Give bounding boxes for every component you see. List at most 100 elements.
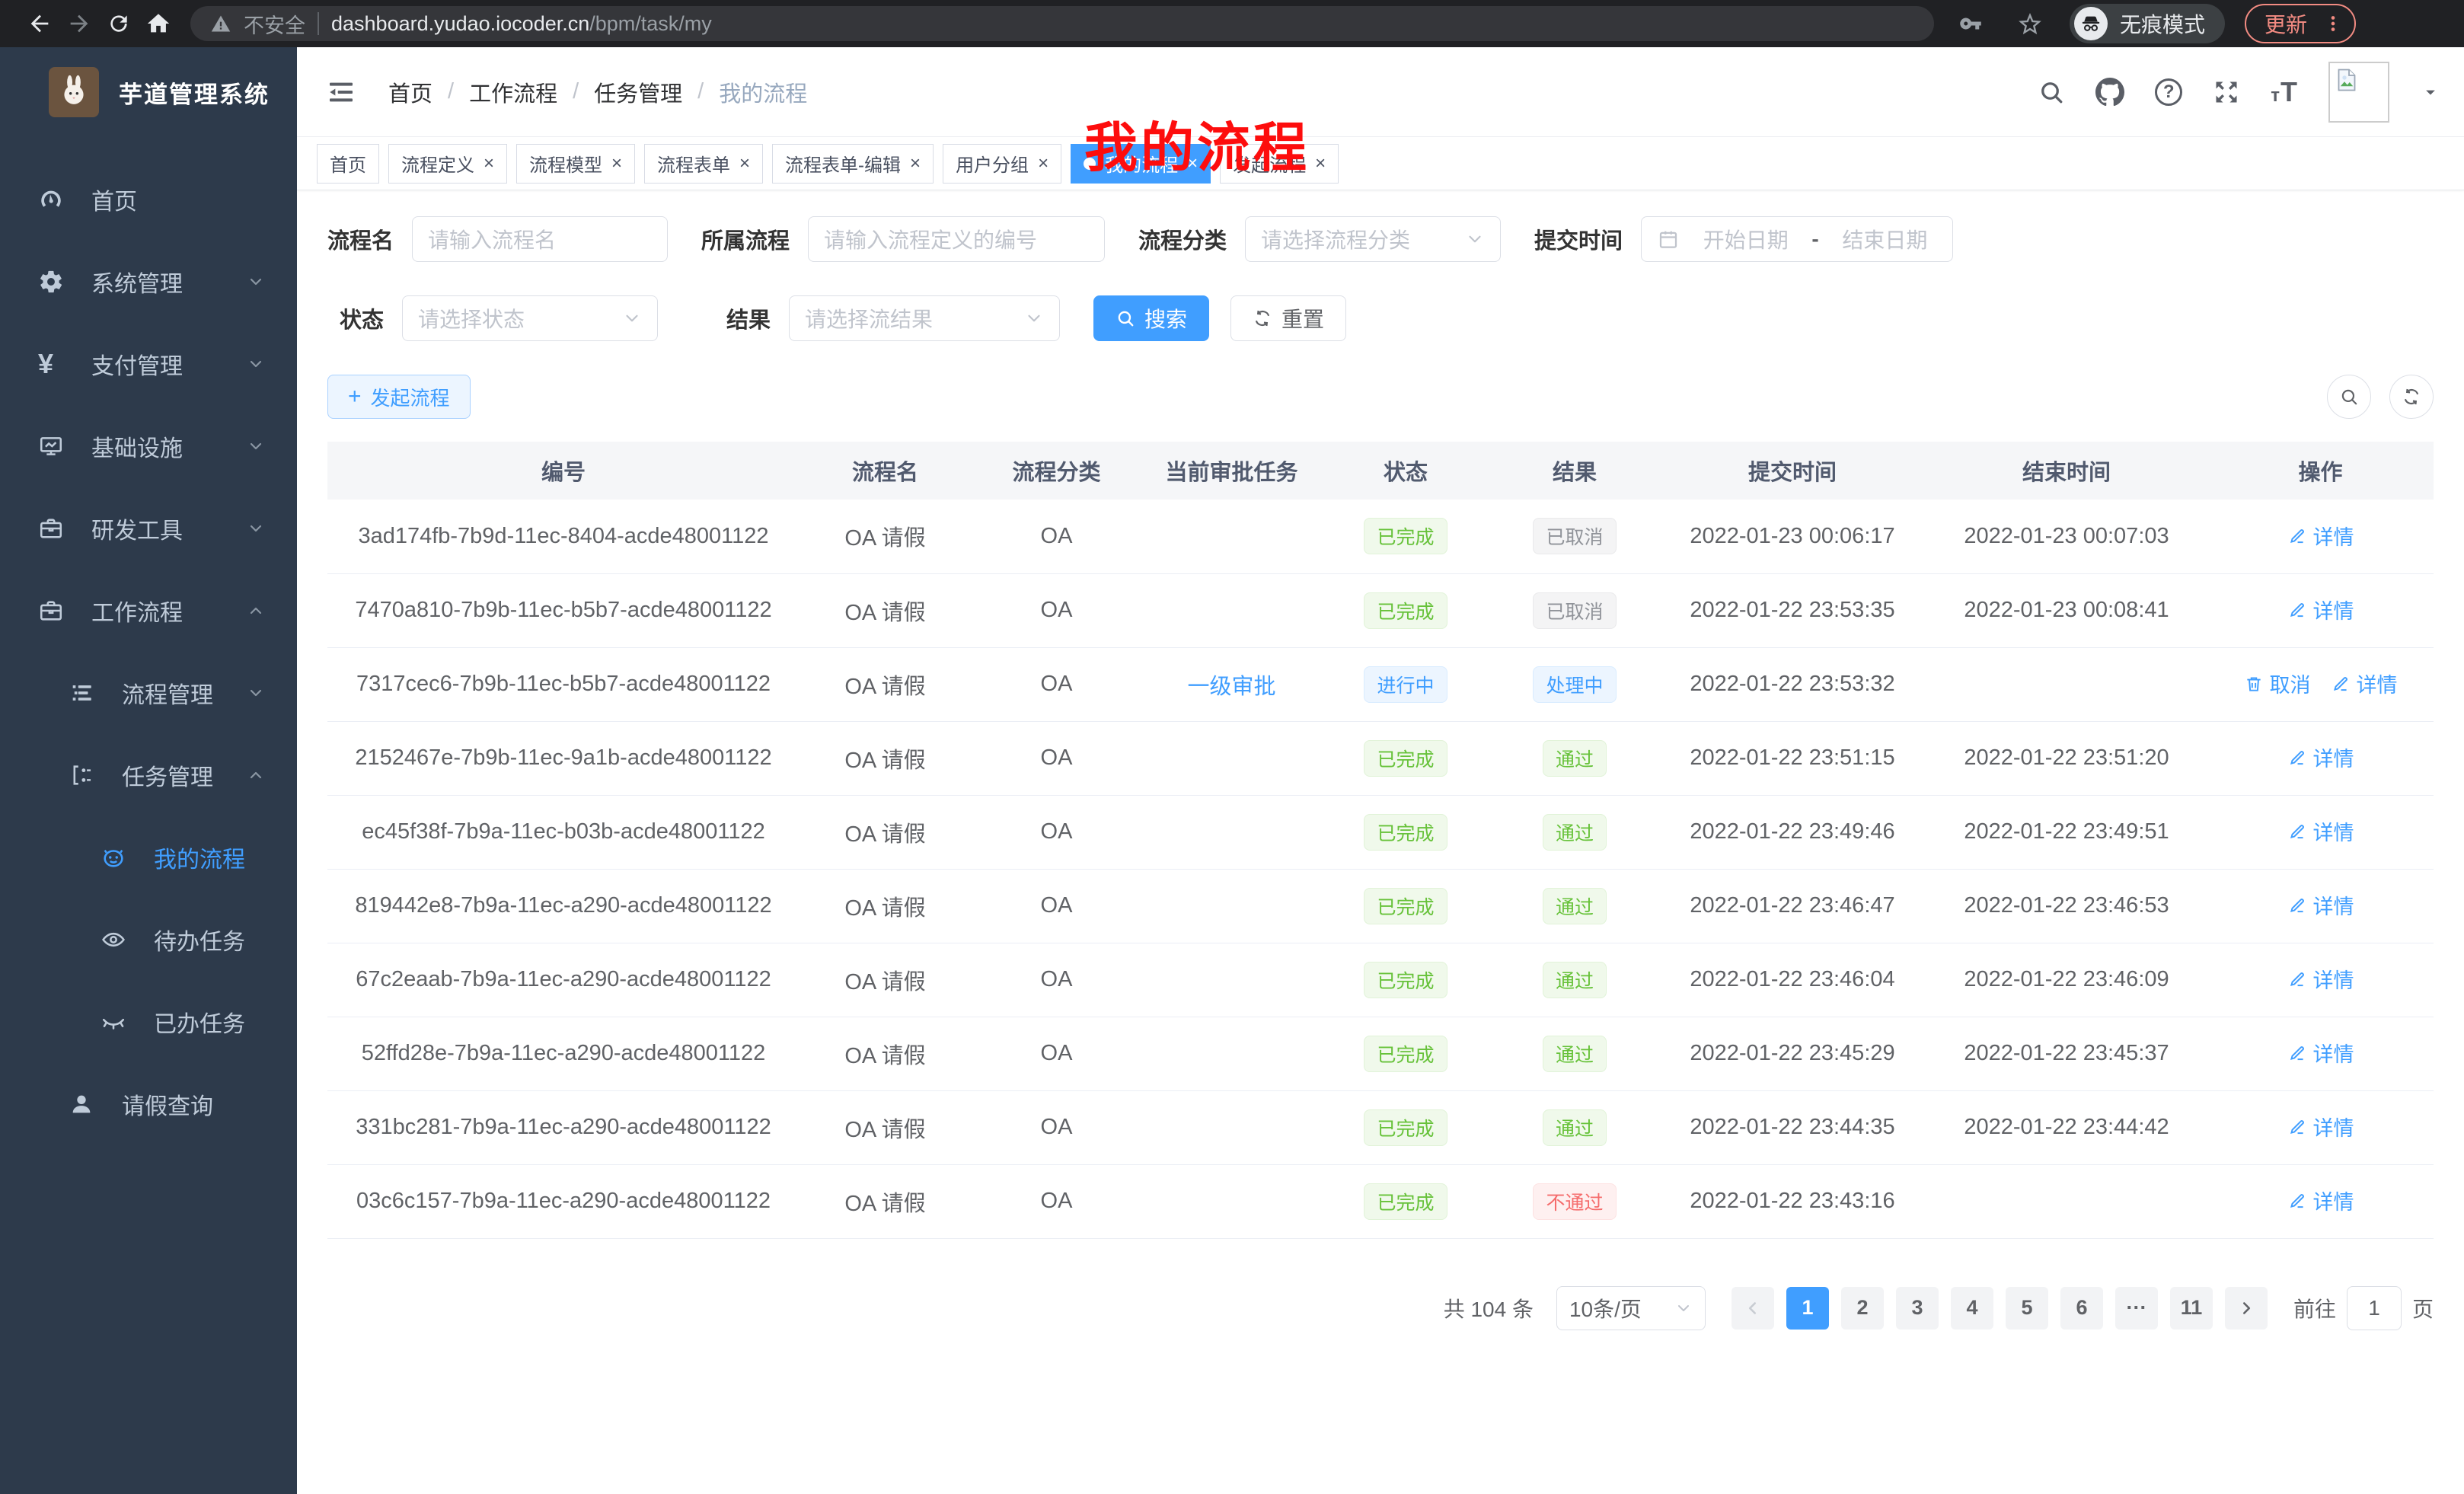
pager-page-button[interactable]: 1 bbox=[1786, 1287, 1829, 1330]
detail-link[interactable]: 详情 bbox=[2287, 1186, 2354, 1215]
close-icon[interactable]: × bbox=[910, 155, 921, 173]
detail-link[interactable]: 详情 bbox=[2287, 1038, 2354, 1068]
detail-link[interactable]: 详情 bbox=[2287, 890, 2354, 920]
home-icon[interactable] bbox=[139, 4, 178, 43]
detail-link[interactable]: 详情 bbox=[2287, 742, 2354, 772]
create-process-button[interactable]: + 发起流程 bbox=[327, 375, 471, 419]
cell-status: 已完成 bbox=[1321, 573, 1490, 647]
pager-ellipsis[interactable]: ··· bbox=[2115, 1287, 2158, 1330]
help-icon[interactable]: ? bbox=[2155, 78, 2182, 106]
caret-down-icon[interactable] bbox=[2420, 81, 2441, 103]
table-row: 52ffd28e-7b9a-11ec-a290-acde48001122OA 请… bbox=[327, 1017, 2434, 1090]
font-size-icon[interactable]: тT bbox=[2271, 76, 2298, 108]
update-button[interactable]: 更新 bbox=[2245, 4, 2356, 43]
task-link[interactable]: 一级审批 bbox=[1187, 675, 1275, 699]
key-icon[interactable] bbox=[1951, 4, 1990, 43]
result-select[interactable]: 请选择流结果 bbox=[789, 295, 1060, 341]
cell-actions: 取消详情 bbox=[2207, 647, 2434, 721]
breadcrumb-task[interactable]: 任务管理 bbox=[594, 76, 682, 108]
reset-button[interactable]: 重置 bbox=[1230, 295, 1346, 341]
category-select[interactable]: 请选择流程分类 bbox=[1245, 216, 1501, 262]
process-input[interactable]: 请输入流程定义的编号 bbox=[808, 216, 1105, 262]
sidebar-item[interactable]: 任务管理 bbox=[0, 734, 297, 816]
breadcrumb-home[interactable]: 首页 bbox=[388, 76, 432, 108]
sidebar-item[interactable]: 请假查询 bbox=[0, 1063, 297, 1145]
tab-item[interactable]: 首页 bbox=[317, 144, 379, 184]
sidebar-item[interactable]: 系统管理 bbox=[0, 241, 297, 323]
status-select[interactable]: 请选择状态 bbox=[402, 295, 658, 341]
sidebar-item[interactable]: 我的流程 bbox=[0, 816, 297, 899]
show-search-button[interactable] bbox=[2327, 375, 2371, 419]
cell-end-time: 2022-01-22 23:46:53 bbox=[1926, 869, 2207, 943]
tab-label: 用户分组 bbox=[956, 150, 1029, 177]
cell-submit-time: 2022-01-22 23:46:47 bbox=[1659, 869, 1926, 943]
fullscreen-icon[interactable] bbox=[2213, 78, 2240, 106]
sidebar-item[interactable]: 首页 bbox=[0, 158, 297, 241]
tab-item[interactable]: 流程表单-编辑× bbox=[772, 144, 934, 184]
pager-page-button[interactable]: 4 bbox=[1951, 1287, 1993, 1330]
detail-link[interactable]: 详情 bbox=[2287, 521, 2354, 551]
pager-page-button[interactable]: 5 bbox=[2006, 1287, 2048, 1330]
close-icon[interactable]: × bbox=[611, 155, 622, 173]
pager-page-button[interactable]: 3 bbox=[1896, 1287, 1939, 1330]
goto-page-input[interactable]: 1 bbox=[2347, 1286, 2402, 1330]
tab-item[interactable]: 流程模型× bbox=[516, 144, 635, 184]
breadcrumb-current: 我的流程 bbox=[719, 76, 807, 108]
sidebar-item[interactable]: 流程管理 bbox=[0, 652, 297, 734]
detail-link[interactable]: 详情 bbox=[2287, 595, 2354, 624]
cancel-link[interactable]: 取消 bbox=[2244, 669, 2311, 698]
pager-page-button[interactable]: 2 bbox=[1841, 1287, 1884, 1330]
detail-link[interactable]: 详情 bbox=[2287, 964, 2354, 994]
refresh-button[interactable] bbox=[2389, 375, 2434, 419]
edit-pen-icon bbox=[2331, 674, 2351, 694]
close-icon[interactable]: × bbox=[1315, 155, 1326, 173]
close-icon[interactable]: × bbox=[484, 155, 494, 173]
close-icon[interactable]: × bbox=[739, 155, 750, 173]
date-range-picker[interactable]: 开始日期 - 结束日期 bbox=[1641, 216, 1953, 262]
prev-page-button[interactable] bbox=[1732, 1287, 1774, 1330]
reload-icon[interactable] bbox=[99, 4, 139, 43]
search-button[interactable]: 搜索 bbox=[1093, 295, 1209, 341]
status-badge: 已完成 bbox=[1364, 962, 1447, 998]
close-icon[interactable]: × bbox=[1038, 155, 1048, 173]
cell-status: 已完成 bbox=[1321, 721, 1490, 795]
status-badge: 已完成 bbox=[1364, 888, 1447, 924]
breadcrumb-workflow[interactable]: 工作流程 bbox=[469, 76, 557, 108]
detail-link[interactable]: 详情 bbox=[2287, 816, 2354, 846]
hamburger-icon[interactable] bbox=[326, 77, 356, 107]
cell-end-time: 2022-01-23 00:07:03 bbox=[1926, 500, 2207, 573]
next-page-button[interactable] bbox=[2225, 1287, 2268, 1330]
pager-page-button[interactable]: 11 bbox=[2170, 1287, 2213, 1330]
tab-item[interactable]: 用户分组 × bbox=[943, 144, 1061, 184]
sidebar-item[interactable]: 已办任务 bbox=[0, 981, 297, 1063]
pager-page-button[interactable]: 6 bbox=[2060, 1287, 2103, 1330]
sidebar-item[interactable]: 工作流程 bbox=[0, 570, 297, 652]
avatar[interactable] bbox=[2328, 62, 2389, 123]
sidebar-item[interactable]: 研发工具 bbox=[0, 487, 297, 570]
dashboard-icon bbox=[38, 187, 69, 212]
detail-link[interactable]: 详情 bbox=[2287, 1112, 2354, 1141]
search-icon[interactable] bbox=[2038, 78, 2065, 106]
sidebar-item[interactable]: 基础设施 bbox=[0, 405, 297, 487]
github-icon[interactable] bbox=[2095, 78, 2124, 107]
end-date-placeholder: 结束日期 bbox=[1833, 224, 1937, 254]
logo[interactable]: 芋道管理系统 bbox=[0, 47, 297, 125]
url-bar[interactable]: 不安全 dashboard.yudao.iocoder.cn/bpm/task/… bbox=[190, 6, 1934, 41]
tab-item[interactable]: 流程定义× bbox=[388, 144, 507, 184]
gear-icon bbox=[38, 269, 69, 295]
process-placeholder: 请输入流程定义的编号 bbox=[824, 224, 1037, 254]
forward-icon[interactable] bbox=[59, 4, 99, 43]
page-size-select[interactable]: 10条/页 bbox=[1556, 1286, 1706, 1330]
sidebar-item[interactable]: ¥支付管理 bbox=[0, 323, 297, 405]
tab-item[interactable]: 流程表单× bbox=[644, 144, 763, 184]
bookmark-star-icon[interactable] bbox=[2010, 4, 2050, 43]
cell-task bbox=[1142, 1017, 1321, 1090]
security-label: 不安全 bbox=[244, 9, 305, 39]
sidebar-item[interactable]: 待办任务 bbox=[0, 899, 297, 981]
kebab-menu-icon bbox=[2322, 13, 2344, 34]
back-icon[interactable] bbox=[20, 4, 59, 43]
name-input[interactable]: 请输入流程名 bbox=[412, 216, 668, 262]
cell-result: 通过 bbox=[1490, 1017, 1659, 1090]
detail-link[interactable]: 详情 bbox=[2331, 669, 2398, 698]
status-badge: 已完成 bbox=[1364, 1183, 1447, 1220]
